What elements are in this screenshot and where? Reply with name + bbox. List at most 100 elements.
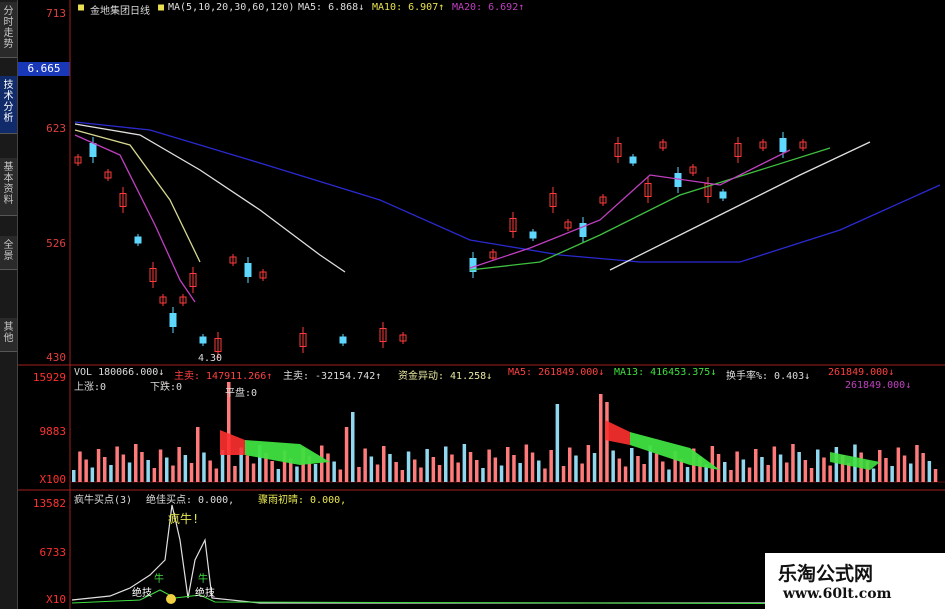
candle-body	[779, 138, 787, 152]
volume-bar	[84, 459, 88, 482]
volume-bar	[96, 449, 101, 482]
candle-body	[719, 191, 727, 199]
volume-bar	[121, 454, 126, 482]
volume-bar	[611, 450, 615, 482]
volume-bar	[369, 456, 374, 482]
candle-body	[529, 231, 537, 239]
volume-bars	[72, 382, 938, 482]
volume-bar	[592, 453, 597, 482]
volume-bar	[202, 452, 206, 482]
skill-label: 绝技	[132, 586, 152, 599]
volume-bar	[351, 412, 355, 482]
volume-bar	[778, 454, 783, 482]
volume-bar	[158, 449, 163, 482]
volume-bar	[555, 404, 560, 482]
candle-body	[89, 143, 97, 157]
indicator-title: 疯牛买点(3)	[74, 495, 133, 506]
volume-bar	[754, 449, 758, 482]
volume-bar	[878, 450, 882, 482]
volume-bar	[685, 467, 690, 482]
volume-bar	[506, 447, 510, 482]
volume-bar	[326, 453, 330, 482]
volume-bar	[468, 452, 473, 482]
ma-green-line	[469, 147, 831, 271]
volume-bar	[109, 465, 113, 482]
volume-bar	[320, 445, 324, 482]
volume-bar	[196, 427, 200, 482]
fund-change-legend: 资金异动: 41.258↓	[398, 371, 493, 382]
ma10-legend: MA10: 6.907↑	[372, 2, 445, 13]
volume-bar	[630, 448, 634, 482]
volume-bar	[785, 462, 789, 482]
volume-bar	[605, 402, 609, 482]
volume-bar	[716, 454, 721, 482]
smiley-icon	[166, 594, 176, 604]
volume-bar	[499, 465, 504, 482]
volume-bar	[915, 445, 919, 482]
volume-bar	[382, 446, 386, 482]
volume-bar	[103, 457, 107, 482]
vol-value-legend: 261849.000↓	[828, 367, 895, 378]
volume-bar	[524, 444, 529, 482]
vol-legend: VOL 180066.000↓	[74, 367, 165, 378]
candle-body	[169, 313, 177, 327]
bull-label: 牛	[154, 572, 164, 585]
volume-bar	[388, 454, 392, 482]
bull-label: 牛	[198, 572, 208, 585]
volume-bar	[419, 467, 423, 482]
volume-bar	[884, 458, 888, 482]
ma-white-line	[609, 141, 871, 271]
volume-bar	[896, 447, 901, 482]
volume-bar	[530, 452, 535, 482]
volume-bar	[586, 445, 591, 482]
volume-bar	[661, 461, 665, 482]
volume-bar	[599, 394, 603, 482]
volume-bar	[475, 460, 479, 482]
ma-purple-line	[469, 149, 791, 269]
volume-bar	[233, 466, 237, 482]
volume-bar	[729, 470, 733, 482]
volume-bar	[549, 450, 553, 482]
volume-fill	[220, 430, 245, 455]
volume-bar	[791, 444, 795, 482]
volume-bar	[425, 449, 429, 482]
volume-bar	[189, 463, 194, 482]
volume-bar	[214, 468, 219, 482]
marker-icon: ■	[78, 2, 85, 13]
ma5-legend: MA5: 6.868↓	[298, 2, 365, 13]
candlesticks	[74, 132, 807, 358]
volume-bar	[406, 451, 411, 482]
candle-body	[199, 336, 207, 344]
volume-bar	[152, 468, 157, 482]
volume-bar	[115, 446, 119, 482]
volume-bar	[295, 466, 299, 482]
volume-bar	[146, 460, 150, 482]
rain-clear-legend: 骤雨初晴: 0.000,	[258, 495, 347, 506]
volume-bar	[871, 468, 876, 482]
volume-bar	[747, 467, 752, 482]
volume-bar	[766, 465, 770, 482]
volume-bar	[909, 463, 913, 482]
volume-bar	[437, 465, 442, 482]
candle-body	[339, 336, 347, 344]
volume-bar	[375, 464, 380, 482]
volume-bar	[797, 452, 801, 482]
volume-bar	[933, 469, 938, 482]
chart-canvas[interactable]: 4.30 疯牛! 牛 牛 绝技 绝技	[0, 0, 945, 609]
low-price-annotation: 4.30	[198, 353, 222, 364]
volume-bar	[72, 470, 76, 482]
volume-bar	[512, 455, 516, 482]
volume-bar	[165, 457, 169, 482]
volume-bar	[654, 453, 659, 482]
ma-long-line	[74, 121, 941, 263]
volume-bar	[363, 448, 367, 482]
volume-bar	[816, 449, 820, 482]
volume-fill	[605, 420, 630, 445]
volume-bar	[537, 460, 541, 482]
vol-value-legend: 261849.000↓	[845, 380, 912, 391]
volume-bar	[357, 467, 361, 482]
volume-bar	[400, 470, 405, 482]
volume-bar	[344, 427, 349, 482]
flat-count: 平盘:0	[225, 388, 258, 399]
volume-bar	[134, 444, 138, 482]
